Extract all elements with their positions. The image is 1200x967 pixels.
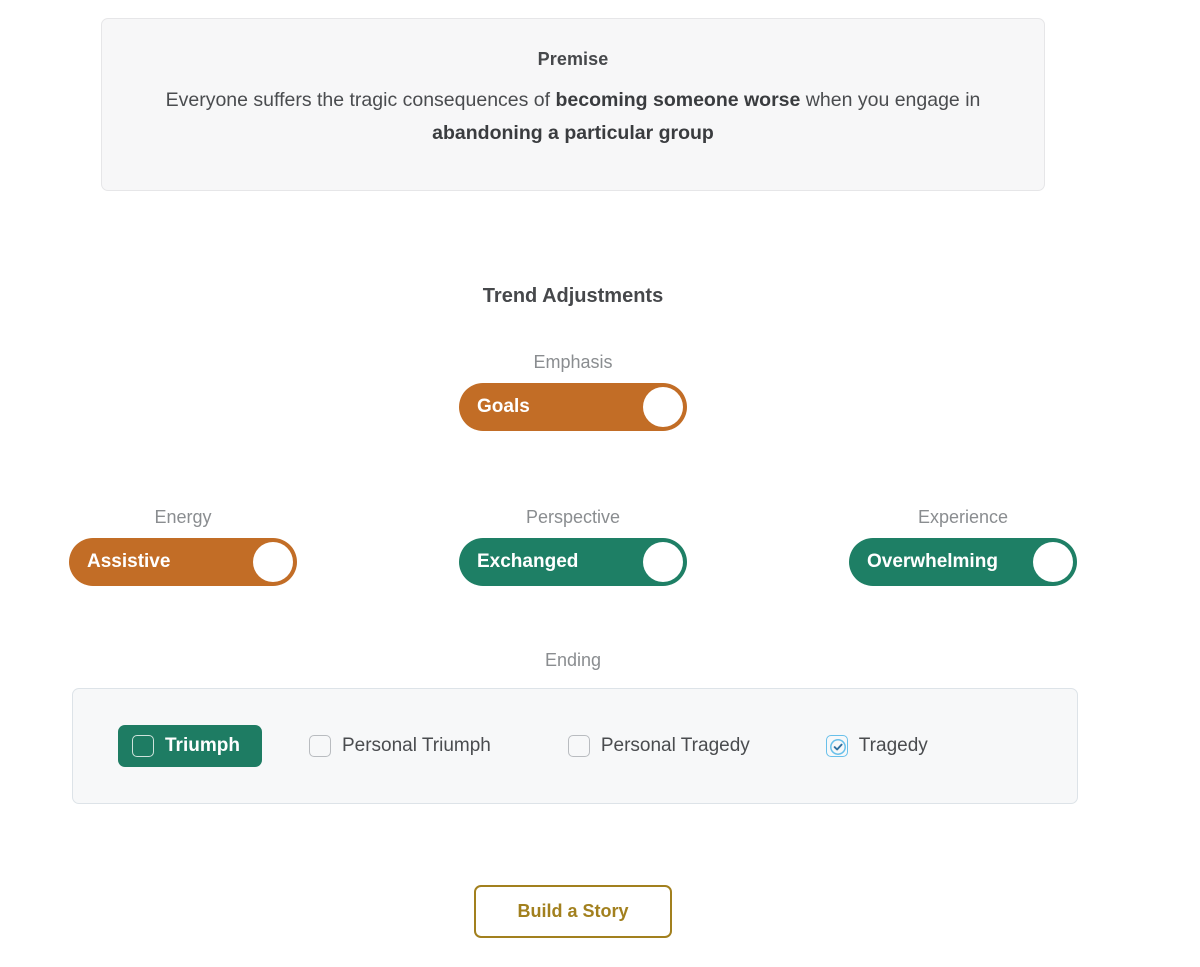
toggle-label-perspective: Perspective (525, 507, 621, 527)
toggle-knob-energy[interactable] (253, 542, 293, 582)
toggle-knob-experience[interactable] (1033, 542, 1073, 582)
toggle-knob-emphasis[interactable] (643, 387, 683, 427)
premise-emphasis: becoming someone worse (555, 89, 801, 111)
checkbox-unchecked-icon[interactable] (308, 735, 331, 757)
toggle-knob-perspective[interactable] (643, 542, 683, 582)
checkbox-checked-icon[interactable] (825, 735, 848, 757)
premise-emphasis: abandoning a particular group (432, 122, 714, 144)
toggle-group-energy: Energy Assistive (69, 507, 297, 586)
checkbox-unchecked-icon[interactable] (132, 735, 154, 757)
page-title: Trend Adjustments (482, 285, 664, 307)
toggle-group-experience: Experience Overwhelming (849, 507, 1077, 586)
premise-card: Premise Everyone suffers the tragic cons… (101, 18, 1045, 191)
toggle-energy[interactable]: Assistive (69, 538, 297, 586)
premise-text: Everyone suffers the tragic consequences… (148, 84, 998, 150)
ending-options-container: Triumph Personal Triumph Personal Tragedy T… (72, 688, 1078, 804)
toggle-group-perspective: Perspective Exchanged (459, 507, 687, 586)
toggle-experience[interactable]: Overwhelming (849, 538, 1077, 586)
toggle-label-energy: Energy (154, 507, 212, 527)
toggle-value-experience: Overwhelming (867, 551, 998, 572)
ending-option-label: Personal Tragedy (600, 735, 750, 756)
toggle-label-emphasis: Emphasis (533, 352, 613, 372)
ending-option-label: Triumph (165, 735, 240, 756)
ending-option-personal-tragedy[interactable]: Personal Tragedy (567, 735, 750, 757)
premise-plain: Everyone suffers the tragic consequences… (165, 89, 556, 111)
ending-option-personal-triumph[interactable]: Personal Triumph (308, 735, 491, 757)
toggle-perspective[interactable]: Exchanged (459, 538, 687, 586)
premise-plain: when you engage in (800, 89, 981, 111)
ending-option-triumph[interactable]: Triumph (118, 725, 262, 767)
checkbox-unchecked-icon[interactable] (567, 735, 590, 757)
toggle-value-energy: Assistive (87, 551, 171, 572)
toggle-value-perspective: Exchanged (477, 551, 579, 572)
toggle-value-emphasis: Goals (477, 396, 530, 417)
toggle-group-emphasis: Emphasis Goals (459, 352, 687, 431)
ending-option-tragedy[interactable]: Tragedy (825, 735, 928, 757)
build-a-story-button[interactable]: Build a Story (474, 885, 672, 938)
ending-label: Ending (544, 650, 602, 670)
toggle-emphasis[interactable]: Goals (459, 383, 687, 431)
ending-option-label: Personal Triumph (341, 735, 491, 756)
ending-option-label: Tragedy (858, 735, 928, 756)
premise-title: Premise (537, 49, 609, 69)
toggle-label-experience: Experience (917, 507, 1009, 527)
